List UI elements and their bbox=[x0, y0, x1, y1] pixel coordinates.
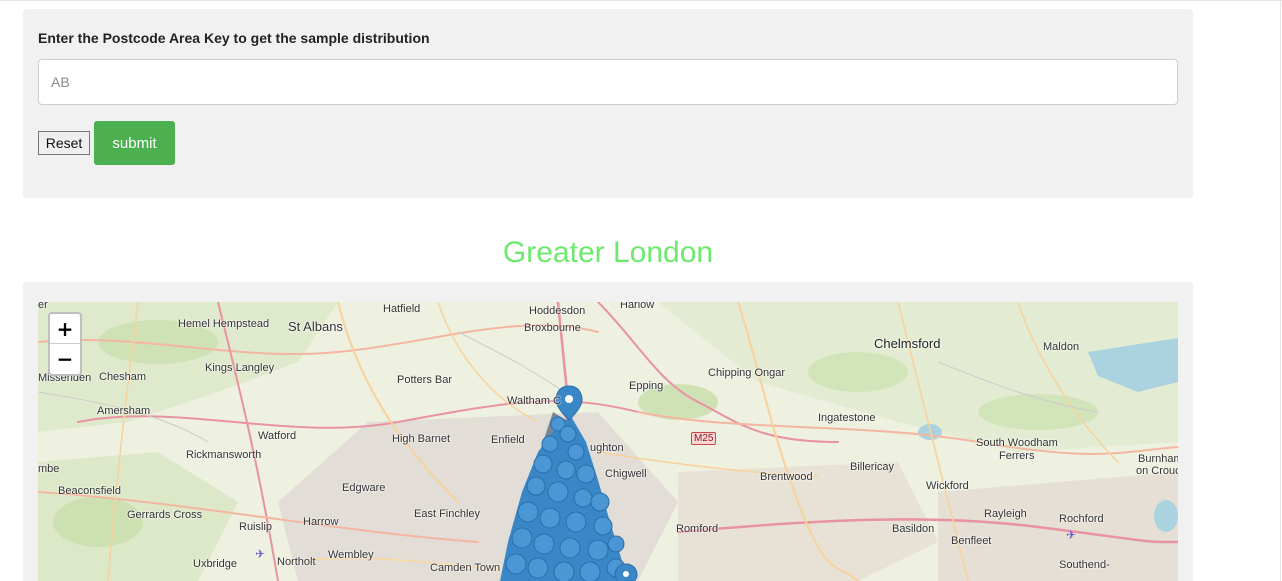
place-billericay: Billericay bbox=[850, 461, 895, 473]
place-ruislip: Ruislip bbox=[239, 521, 273, 533]
place-wembley: Wembley bbox=[328, 549, 374, 561]
region-title: Greater London bbox=[502, 236, 714, 269]
place-chelmsford: Chelmsford bbox=[874, 336, 941, 351]
place-loughton: ughton bbox=[590, 442, 624, 454]
place-st-albans: St Albans bbox=[288, 319, 343, 334]
place-harrow: Harrow bbox=[303, 516, 339, 528]
airport-icon: ✈ bbox=[255, 547, 266, 561]
place-er: er bbox=[38, 302, 48, 311]
place-edgware: Edgware bbox=[342, 482, 386, 494]
place-east-finchley: East Finchley bbox=[414, 508, 481, 520]
place-chigwell: Chigwell bbox=[605, 468, 647, 480]
zoom-out-button[interactable]: − bbox=[50, 344, 80, 374]
place-high-barnet: High Barnet bbox=[392, 433, 451, 445]
place-maldon: Maldon bbox=[1043, 341, 1080, 353]
place-benfleet: Benfleet bbox=[951, 535, 992, 547]
top-divider bbox=[0, 0, 1282, 1]
place-kings-langley: Kings Langley bbox=[205, 362, 275, 374]
place-northolt: Northolt bbox=[277, 556, 316, 568]
place-hoddesdon: Hoddesdon bbox=[529, 305, 586, 317]
place-epping: Epping bbox=[629, 380, 664, 392]
place-chipping-ongar: Chipping Ongar bbox=[708, 367, 786, 379]
place-ferrers: Ferrers bbox=[999, 450, 1035, 462]
place-wickford: Wickford bbox=[926, 480, 969, 492]
place-uxbridge: Uxbridge bbox=[193, 558, 238, 570]
zoom-in-button[interactable]: + bbox=[50, 314, 80, 344]
postcode-label: Enter the Postcode Area Key to get the s… bbox=[38, 30, 430, 46]
map[interactable]: Harlow Hoddesdon Hatfield er Hemel Hemps… bbox=[38, 302, 1178, 581]
place-watford: Watford bbox=[258, 430, 297, 442]
zoom-control: + − bbox=[48, 312, 82, 376]
place-amersham: Amersham bbox=[97, 405, 151, 417]
place-burnham: Burnham bbox=[1138, 453, 1178, 465]
place-rayleigh: Rayleigh bbox=[984, 508, 1027, 520]
place-beaconsfield: Beaconsfield bbox=[58, 485, 121, 497]
reset-button[interactable]: Reset bbox=[38, 131, 90, 155]
place-rickmansworth: Rickmansworth bbox=[186, 449, 262, 461]
submit-button[interactable]: submit bbox=[94, 121, 175, 165]
place-rochford: Rochford bbox=[1059, 513, 1104, 525]
place-hatfield: Hatfield bbox=[383, 303, 421, 315]
place-camden-town: Camden Town bbox=[430, 562, 501, 574]
place-potters-bar: Potters Bar bbox=[397, 374, 453, 386]
place-southend: Southend- bbox=[1059, 559, 1110, 571]
place-ingatestone: Ingatestone bbox=[818, 412, 876, 424]
postcode-input[interactable] bbox=[38, 59, 1178, 105]
place-brentwood: Brentwood bbox=[760, 471, 813, 483]
place-south-woodham: South Woodham bbox=[976, 437, 1058, 449]
place-waltham-cross: Waltham C bbox=[507, 395, 561, 407]
place-chesham: Chesham bbox=[99, 371, 147, 383]
place-gerrards-cross: Gerrards Cross bbox=[127, 509, 203, 521]
place-basildon: Basildon bbox=[892, 523, 935, 535]
place-mbe: mbe bbox=[38, 463, 60, 475]
airport-icon: ✈ bbox=[1066, 528, 1077, 542]
map-panel: Harlow Hoddesdon Hatfield er Hemel Hemps… bbox=[23, 282, 1193, 581]
place-romford: Romford bbox=[676, 523, 719, 535]
place-hemel-hempstead: Hemel Hempstead bbox=[178, 318, 270, 330]
place-broxbourne: Broxbourne bbox=[524, 322, 581, 334]
m25-road-label: M25 bbox=[691, 432, 717, 445]
right-divider bbox=[1280, 0, 1281, 581]
postcode-form: Enter the Postcode Area Key to get the s… bbox=[23, 9, 1193, 198]
place-harlow: Harlow bbox=[620, 302, 655, 311]
place-on-crouch: on Crouch bbox=[1136, 465, 1178, 477]
place-enfield: Enfield bbox=[491, 434, 525, 446]
